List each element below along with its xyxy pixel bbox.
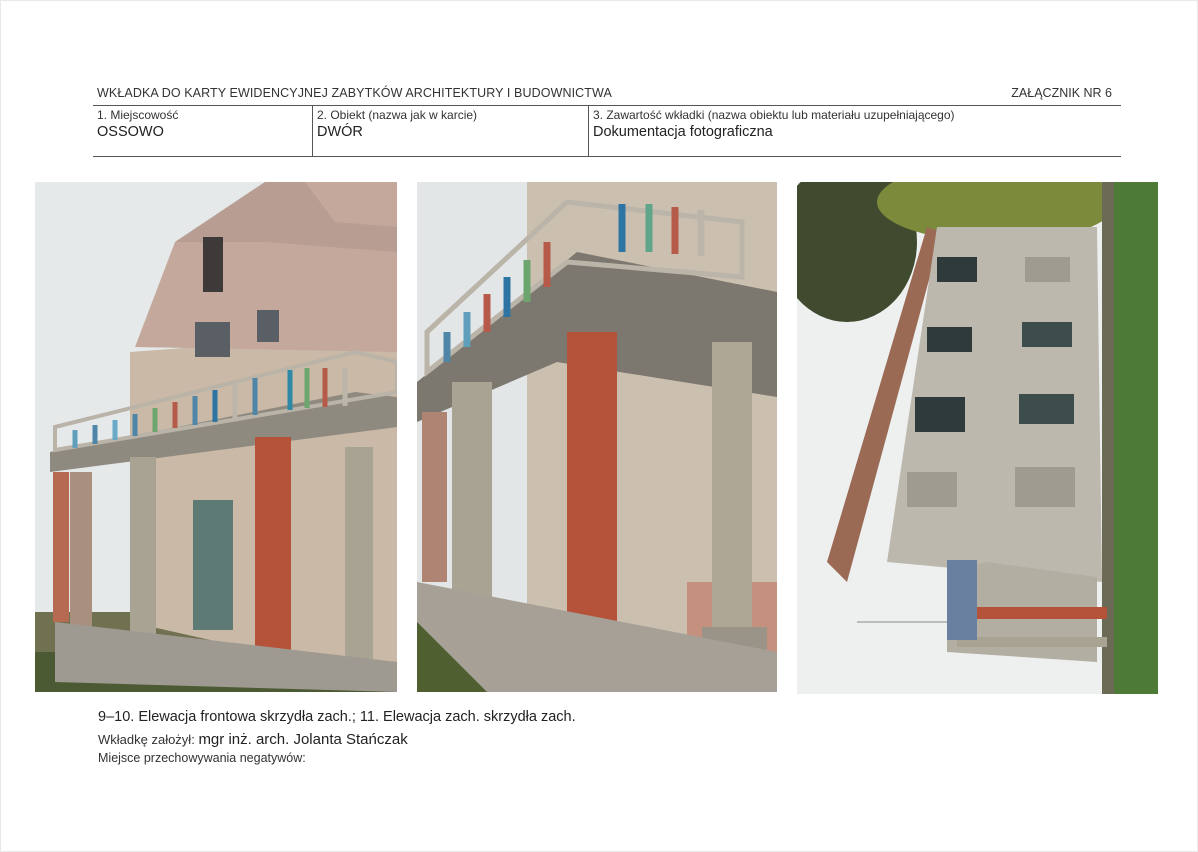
field-contents-value: Dokumentacja fotograficzna bbox=[593, 124, 773, 140]
photo-front-elevation-wide bbox=[35, 182, 397, 692]
field-locality-label: 1. Miejscowość bbox=[97, 108, 179, 122]
author-name: mgr inż. arch. Jolanta Stańczak bbox=[198, 731, 408, 748]
field-object-label: 2. Obiekt (nazwa jak w karcie) bbox=[317, 108, 478, 122]
author-label: Wkładkę założył: bbox=[98, 732, 195, 747]
field-object: 2. Obiekt (nazwa jak w karcie) DWÓR bbox=[312, 106, 589, 156]
photo-west-elevation bbox=[797, 182, 1158, 694]
field-object-value: DWÓR bbox=[317, 124, 363, 140]
photo-front-elevation-closeup bbox=[417, 182, 777, 692]
negatives-storage-label: Miejsce przechowywania negatywów: bbox=[98, 751, 306, 765]
photo-caption: 9–10. Elewacja frontowa skrzydła zach.; … bbox=[98, 709, 576, 725]
field-contents: 3. Zawartość wkładki (nazwa obiektu lub … bbox=[588, 106, 1122, 156]
field-locality: 1. Miejscowość OSSOWO bbox=[93, 106, 312, 156]
author-line: Wkładkę założył: mgr inż. arch. Jolanta … bbox=[98, 731, 408, 748]
field-locality-value: OSSOWO bbox=[97, 124, 164, 140]
record-form-table: 1. Miejscowość OSSOWO 2. Obiekt (nazwa j… bbox=[93, 105, 1121, 157]
document-title: WKŁADKA DO KARTY EWIDENCYJNEJ ZABYTKÓW A… bbox=[97, 86, 612, 100]
field-contents-label: 3. Zawartość wkładki (nazwa obiektu lub … bbox=[593, 108, 955, 122]
annex-number: ZAŁĄCZNIK NR 6 bbox=[1011, 86, 1112, 100]
